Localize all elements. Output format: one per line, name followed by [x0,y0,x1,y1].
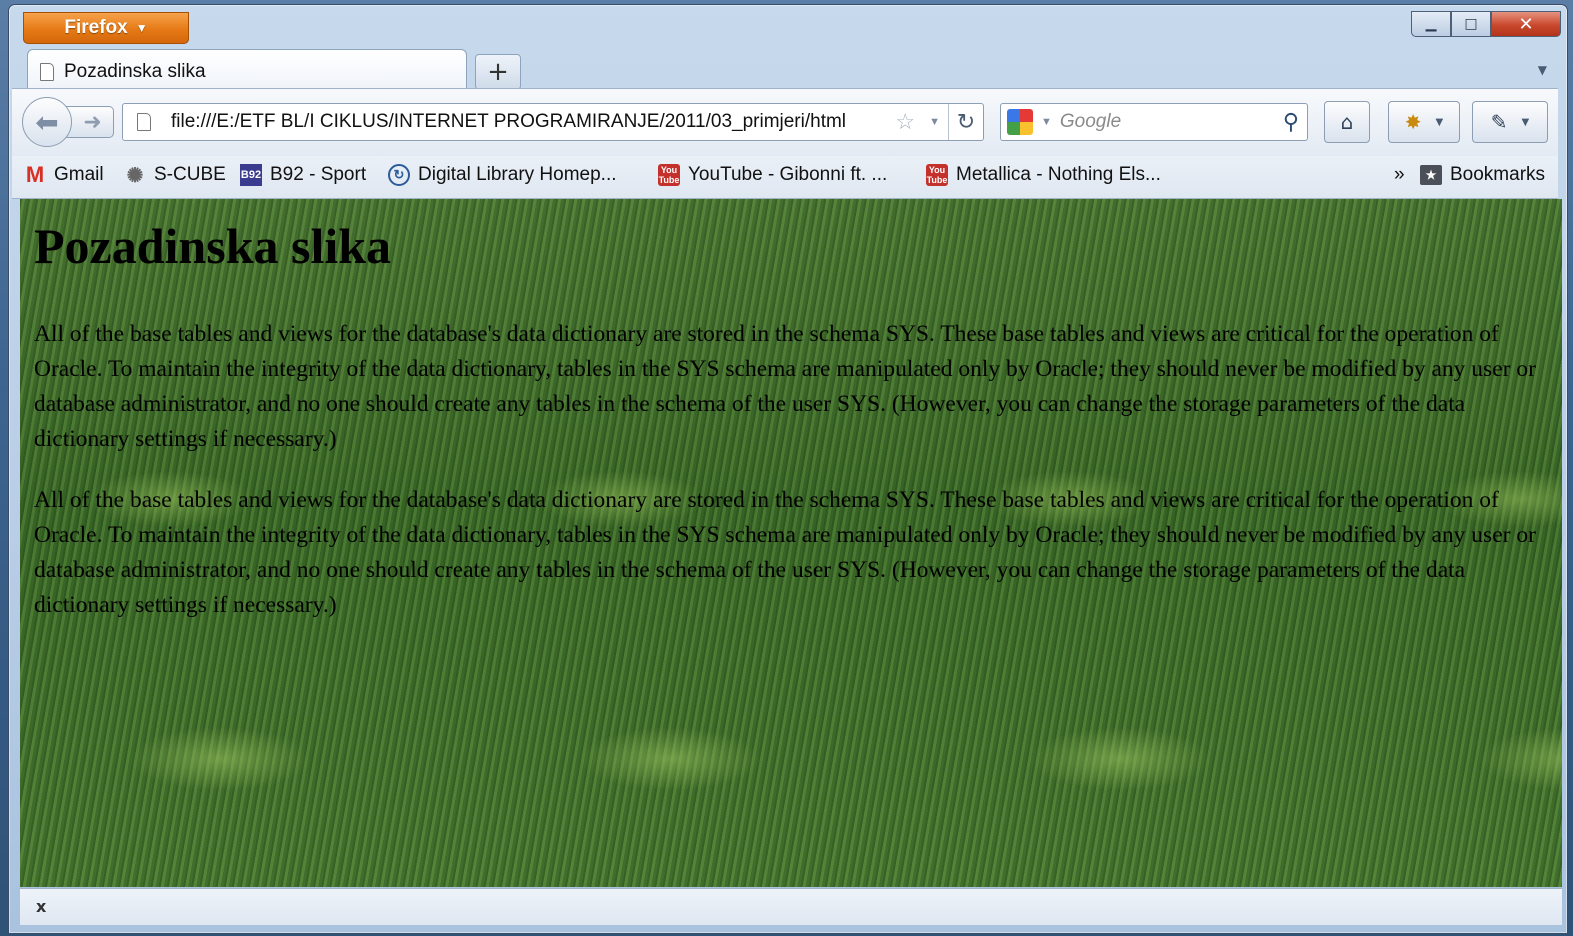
page-icon [40,62,54,81]
reload-icon[interactable]: ↻ [948,104,983,140]
maximize-button[interactable]: □ [1451,11,1491,37]
bookmark-b92-sport[interactable]: B92 B92 - Sport [240,164,366,186]
close-window-button[interactable]: ✕ [1491,11,1561,37]
search-engine-dropdown-icon[interactable]: ▼ [1041,116,1052,128]
tab-pozadinska-slika[interactable]: Pozadinska slika [27,49,467,93]
url-bar[interactable]: file:///E:/ETF BL/I CIKLUS/INTERNET PROG… [122,103,984,141]
search-bar[interactable]: ▼ Google ⚲ [1000,103,1308,141]
bookmarks-star-icon: ★ [1420,165,1442,185]
tab-label: Pozadinska slika [64,60,206,82]
youtube-icon: You Tube [658,164,680,186]
bookmark-label: YouTube - Gibonni ft. ... [688,164,888,185]
addon-icon: ✸ [1404,110,1422,134]
chevron-double-right-icon: » [1394,164,1405,185]
addon-dropdown-icon: ▼ [1435,116,1444,128]
chevron-down-icon: ▼ [135,21,148,35]
bookmark-label: Gmail [54,164,104,185]
bookmarks-toolbar: M Gmail ✺ S-CUBE B92 B92 - Sport ↻ Digit… [12,156,1558,199]
page-heading: Pozadinska slika [34,218,392,274]
gmail-icon: M [25,162,45,187]
wrench-icon: ✎ [1490,110,1508,134]
bookmark-youtube-gibonni[interactable]: You Tube YouTube - Gibonni ft. ... [658,164,887,186]
back-arrow-icon: ⬅ [35,105,59,139]
tab-list-icon[interactable]: ▼ [1538,63,1547,77]
google-engine-icon[interactable] [1007,109,1033,135]
search-input[interactable]: Google [1060,111,1277,133]
url-history-dropdown-icon[interactable]: ▼ [929,116,940,128]
digital-library-icon: ↻ [388,164,410,186]
star-bookmark-icon[interactable]: ☆ [895,109,915,135]
scube-icon: ✺ [126,164,144,187]
site-identity-icon[interactable] [137,113,151,131]
b92-icon: B92 [240,164,262,186]
paragraph-2: All of the base tables and views for the… [34,487,1536,618]
tab-strip: Pozadinska slika + ▼ [23,49,1553,93]
tools-button[interactable]: ✎ ▼ [1472,101,1548,143]
bookmark-label: Metallica - Nothing Els... [956,164,1161,185]
url-text[interactable]: file:///E:/ETF BL/I CIKLUS/INTERNET PROG… [171,111,889,133]
bookmarks-menu-button[interactable]: ★ Bookmarks [1420,164,1545,186]
firefox-menu-label: Firefox [64,17,128,38]
home-icon: ⌂ [1340,110,1354,134]
home-button[interactable]: ⌂ [1324,101,1370,143]
window-controls: ▁ □ ✕ [1411,11,1561,37]
addon-bar: x [20,888,1562,925]
back-button[interactable]: ⬅ [22,97,72,147]
page-content: Pozadinska slika All of the base tables … [20,199,1562,887]
bookmark-label: S-CUBE [154,164,226,185]
bookmarks-overflow-button[interactable]: » [1394,164,1405,186]
forward-arrow-icon: ➜ [83,109,102,135]
minimize-button[interactable]: ▁ [1411,11,1451,37]
search-icon[interactable]: ⚲ [1283,109,1299,135]
paragraph-1: All of the base tables and views for the… [34,321,1536,452]
bookmark-scube[interactable]: ✺ S-CUBE [124,164,226,187]
bookmark-youtube-metallica[interactable]: You Tube Metallica - Nothing Els... [926,164,1161,186]
youtube-icon: You Tube [926,164,948,186]
tools-dropdown-icon: ▼ [1521,116,1530,128]
new-tab-button[interactable]: + [475,54,521,90]
close-addon-bar-button[interactable]: x [36,897,46,916]
bookmark-label: B92 - Sport [270,164,367,185]
bookmark-label: Digital Library Homep... [418,164,617,185]
firefox-menu-button[interactable]: Firefox ▼ [23,12,189,44]
addon-button[interactable]: ✸ ▼ [1388,101,1460,143]
bookmarks-menu-label: Bookmarks [1450,164,1546,185]
bookmark-gmail[interactable]: M Gmail [24,162,104,187]
back-forward-group: ➜ ⬅ [22,97,116,147]
forward-button[interactable]: ➜ [66,106,114,138]
navigation-toolbar: ➜ ⬅ file:///E:/ETF BL/I CIKLUS/INTERNET … [12,88,1558,157]
bookmark-digital-library[interactable]: ↻ Digital Library Homep... [388,164,617,186]
